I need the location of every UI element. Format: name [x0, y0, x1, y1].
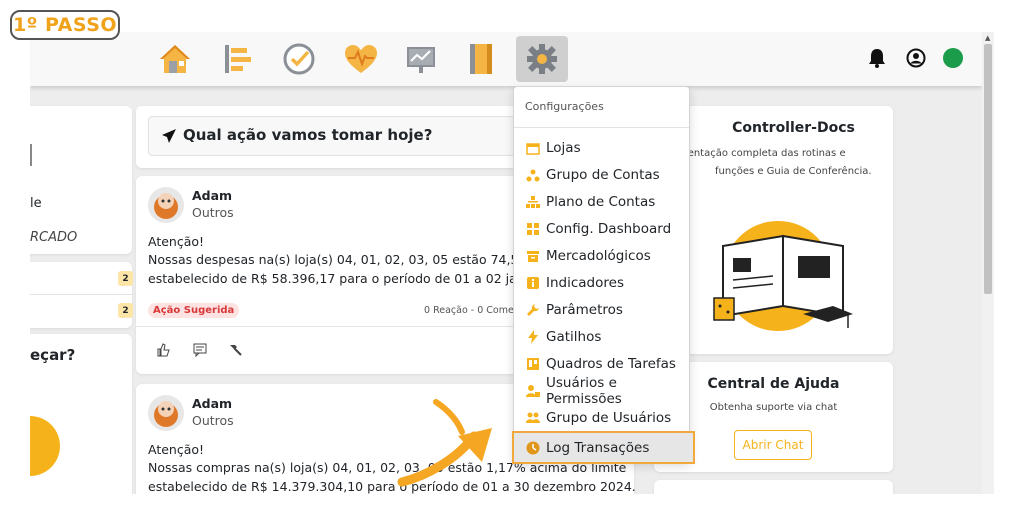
- divider: [30, 144, 32, 166]
- menu-item-quadros-de-tarefas[interactable]: Quadros de Tarefas: [514, 350, 689, 377]
- menu-item-label: Config. Dashboard: [546, 220, 672, 237]
- left-profile-card: le RCADO: [30, 106, 132, 254]
- menu-item-config-dashboard[interactable]: Config. Dashboard: [514, 215, 689, 242]
- post-heading: Atenção!: [148, 234, 205, 249]
- post-heading: Atenção!: [148, 442, 205, 457]
- post-author: Adam: [192, 188, 233, 203]
- book-illustration: [713, 221, 853, 331]
- online-status-dot: [943, 48, 963, 68]
- menu-item-indicadores[interactable]: Indicadores: [514, 269, 689, 296]
- lightning-bolt-icon: [526, 329, 540, 344]
- store-icon: [526, 141, 540, 155]
- menu-item-parametros[interactable]: Parâmetros: [514, 296, 689, 323]
- info-square-icon: [526, 276, 540, 290]
- hammer-icon[interactable]: [228, 343, 242, 357]
- left-text-2: RCADO: [30, 230, 78, 245]
- menu-item-label: Indicadores: [546, 274, 624, 291]
- post-author: Adam: [192, 396, 233, 411]
- left-counter-card: 2 2: [30, 262, 133, 328]
- menu-item-grupo-de-usuarios[interactable]: Grupo de Usuários: [514, 404, 689, 431]
- post-body-line: estabelecido de R$ 14.379.304,10 para o …: [148, 479, 636, 494]
- app-viewport: le RCADO 2 2 eçar? Qual ação vamos tomar…: [30, 32, 994, 494]
- group-accounts-icon: [526, 168, 540, 182]
- check-circle-icon[interactable]: [280, 40, 318, 78]
- scrollbar-thumb[interactable]: [984, 44, 992, 294]
- scroll-up-arrow-icon[interactable]: ▲: [985, 34, 990, 42]
- menu-item-plano-de-contas[interactable]: Plano de Contas: [514, 188, 689, 215]
- home-icon[interactable]: [156, 40, 194, 78]
- wrench-icon: [526, 303, 540, 317]
- task-board-icon: [526, 357, 540, 371]
- notebook-icon[interactable]: [463, 40, 501, 78]
- left-card-title: eçar?: [30, 346, 76, 364]
- open-chat-button[interactable]: Abrir Chat: [734, 430, 812, 460]
- dashboard-grid-icon: [526, 222, 540, 236]
- menu-item-usuarios-e-permissoes[interactable]: Usuários e Permissões: [514, 374, 689, 407]
- post-body-line: estabelecido de R$ 58.396,17 para o perí…: [148, 271, 569, 286]
- post-stats[interactable]: 0 Reação - 0 Coment: [424, 305, 524, 316]
- settings-dropdown-menu: Configurações Lojas Grupo de Contas Plan…: [512, 86, 695, 464]
- user-account-icon[interactable]: [906, 48, 926, 72]
- menu-item-log-transacoes[interactable]: Log Transações: [512, 431, 695, 464]
- thumbs-up-icon[interactable]: [156, 343, 170, 357]
- menu-item-label: Grupo de Contas: [546, 166, 660, 183]
- timeline-icon[interactable]: [218, 40, 256, 78]
- docs-description-line: funções e Guia de Conferência.: [715, 166, 872, 177]
- menu-item-label: Log Transações: [546, 439, 650, 456]
- next-card: [654, 480, 893, 494]
- left-start-card: eçar?: [30, 334, 132, 494]
- question-text: Qual ação vamos tomar hoje?: [183, 126, 433, 144]
- menu-item-label: Grupo de Usuários: [546, 409, 672, 426]
- divider: [30, 294, 132, 295]
- menu-item-grupo-de-contas[interactable]: Grupo de Contas: [514, 161, 689, 188]
- page-scrollbar[interactable]: ▲: [982, 32, 994, 494]
- illustration-fragment: [30, 416, 60, 476]
- user-lock-icon: [526, 384, 540, 398]
- menu-item-label: Parâmetros: [546, 301, 623, 318]
- count-badge: 2: [118, 271, 133, 286]
- clock-icon: [526, 441, 540, 455]
- menu-item-lojas[interactable]: Lojas: [514, 134, 689, 161]
- menu-header: Configurações: [514, 87, 689, 128]
- archive-box-icon: [526, 249, 540, 263]
- paper-plane-icon: [162, 129, 176, 143]
- suggested-action-tag: Ação Sugerida: [148, 303, 240, 318]
- tutorial-arrow-icon: [397, 399, 492, 487]
- sitemap-icon: [526, 195, 540, 209]
- chart-board-icon[interactable]: [402, 40, 440, 78]
- settings-gear-icon[interactable]: [516, 36, 568, 82]
- comment-icon[interactable]: [193, 343, 207, 357]
- menu-item-label: Usuários e Permissões: [546, 374, 622, 407]
- menu-item-gatilhos[interactable]: Gatilhos: [514, 323, 689, 350]
- menu-item-label: Gatilhos: [546, 328, 602, 345]
- heart-pulse-icon[interactable]: [342, 40, 380, 78]
- menu-item-mercadologicos[interactable]: Mercadológicos: [514, 242, 689, 269]
- menu-item-label: Lojas: [546, 139, 581, 156]
- menu-item-label: Plano de Contas: [546, 193, 656, 210]
- count-badge: 2: [118, 303, 133, 318]
- avatar: [148, 395, 184, 431]
- menu-item-label: Mercadológicos: [546, 247, 651, 264]
- avatar: [148, 187, 184, 223]
- bell-icon[interactable]: [868, 48, 886, 72]
- post-category: Outros: [192, 205, 234, 220]
- top-nav-bar: [30, 32, 982, 86]
- menu-item-label: Quadros de Tarefas: [546, 355, 676, 372]
- step-badge: 1º PASSO: [10, 10, 120, 40]
- users-group-icon: [526, 411, 540, 425]
- left-text-1: le: [30, 196, 42, 211]
- post-category: Outros: [192, 413, 234, 428]
